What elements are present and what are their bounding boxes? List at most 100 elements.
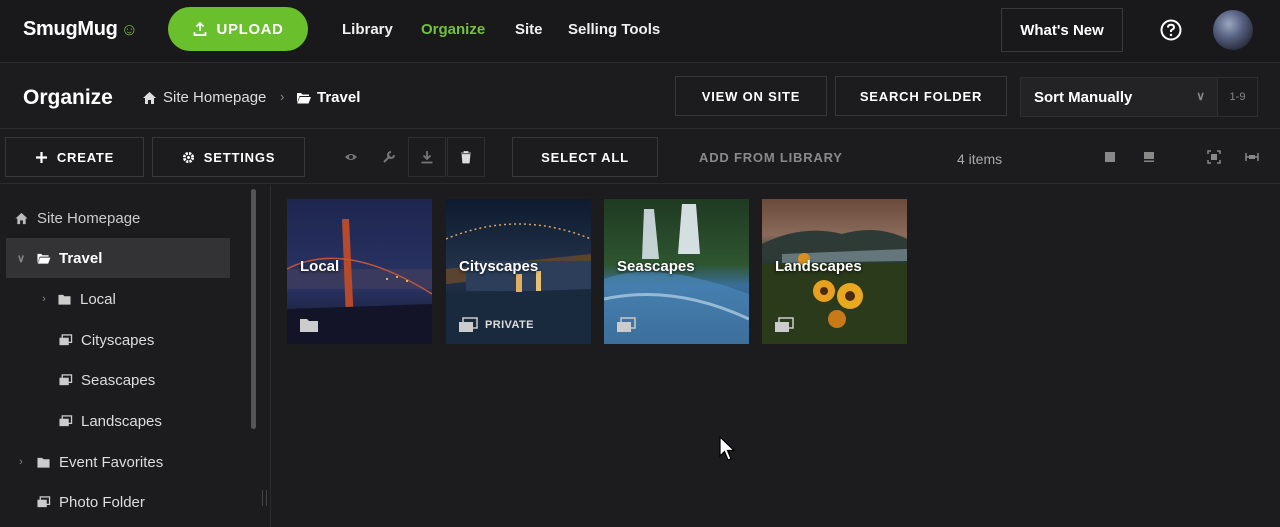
sidebar-item-travel[interactable]: ∨ Travel <box>6 238 230 278</box>
tile-cityscapes[interactable]: Cityscapes PRIVATE <box>446 199 591 344</box>
sidebar-resize-handle[interactable] <box>262 490 267 506</box>
folder-open-icon <box>297 92 311 103</box>
settings-label: SETTINGS <box>203 149 276 165</box>
add-from-library-button[interactable]: ADD FROM LIBRARY <box>699 150 843 165</box>
upload-icon <box>193 22 206 36</box>
user-avatar[interactable] <box>1213 10 1253 50</box>
sidebar-item-event-favorites[interactable]: › Event Favorites <box>14 442 163 482</box>
gallery-icon <box>775 317 794 332</box>
thumbnail-list-icon <box>1144 152 1154 162</box>
gallery-icon <box>59 373 73 385</box>
search-folder-button[interactable]: SEARCH FOLDER <box>835 76 1007 116</box>
gallery-icon <box>59 414 73 426</box>
gallery-icon <box>59 333 73 345</box>
top-nav-bar: SmugMug ☺ UPLOAD Library Organize Site Se… <box>0 0 1280 63</box>
sidebar-item-local[interactable]: › Local <box>37 279 116 319</box>
sidebar-item-label: Cityscapes <box>81 331 155 349</box>
folder-tree-sidebar: Site Homepage ∨ Travel › Local Cityscape… <box>0 185 271 527</box>
nav-organize[interactable]: Organize <box>421 21 485 38</box>
large-thumbnail-view-button[interactable] <box>1091 137 1129 177</box>
nav-site[interactable]: Site <box>515 21 543 38</box>
brand-name: SmugMug <box>23 18 118 40</box>
square-icon <box>1105 152 1115 162</box>
item-range: 1-9 <box>1218 77 1258 117</box>
delete-button[interactable] <box>447 137 485 177</box>
sidebar-item-photo-folder[interactable]: Photo Folder <box>36 482 145 522</box>
tile-seascapes[interactable]: Seascapes <box>604 199 749 344</box>
home-icon <box>15 212 28 224</box>
download-icon <box>421 151 433 164</box>
gear-icon <box>182 151 194 163</box>
home-icon <box>143 91 156 104</box>
organize-header: Organize Site Homepage › Travel VIEW ON … <box>0 64 1280 129</box>
nav-selling-tools[interactable]: Selling Tools <box>568 21 660 38</box>
download-button[interactable] <box>408 137 446 177</box>
create-button[interactable]: CREATE <box>5 137 144 177</box>
breadcrumb-label: Site Homepage <box>163 89 267 106</box>
visibility-button[interactable] <box>332 137 370 177</box>
upload-button[interactable]: UPLOAD <box>168 7 308 51</box>
sidebar-item-label: Local <box>80 290 116 308</box>
tile-footer <box>774 317 794 333</box>
breadcrumb-separator-icon: › <box>280 89 285 104</box>
plus-icon <box>35 151 47 163</box>
folder-icon <box>58 294 71 305</box>
fit-view-button[interactable] <box>1195 137 1233 177</box>
nav-library[interactable]: Library <box>342 21 393 38</box>
tile-landscapes[interactable]: Landscapes <box>762 199 907 344</box>
tile-label: Seascapes <box>617 258 695 275</box>
sidebar-item-seascapes[interactable]: Seascapes <box>58 360 155 400</box>
sort-value: Sort Manually <box>1034 88 1133 106</box>
folder-open-icon <box>37 253 51 264</box>
folder-icon <box>37 457 50 468</box>
chevron-down-icon[interactable]: ∨ <box>12 252 30 265</box>
sidebar-item-label: Travel <box>59 249 103 267</box>
item-count: 4 items <box>957 151 1003 167</box>
tile-footer: PRIVATE <box>458 317 534 333</box>
fit-icon <box>1207 150 1221 164</box>
sidebar-item-label: Landscapes <box>81 412 162 430</box>
sort-select[interactable]: Sort Manually ∨ <box>1020 77 1218 117</box>
tile-label: Local <box>300 258 340 275</box>
create-label: CREATE <box>56 149 115 165</box>
help-icon[interactable] <box>1160 19 1182 41</box>
sidebar-item-label: Event Favorites <box>59 453 164 471</box>
tile-footer <box>616 317 636 333</box>
list-view-button[interactable] <box>1130 137 1168 177</box>
chevron-down-icon: ∨ <box>1196 89 1205 103</box>
settings-button[interactable]: SETTINGS <box>152 137 305 177</box>
sidebar-item-cityscapes[interactable]: Cityscapes <box>58 320 154 360</box>
expand-icon <box>1245 153 1259 161</box>
page-title: Organize <box>23 86 113 109</box>
breadcrumb-travel[interactable]: Travel <box>296 89 360 106</box>
chevron-right-icon[interactable]: › <box>14 456 28 468</box>
tile-local[interactable]: Local <box>287 199 432 344</box>
gallery-icon <box>37 495 51 507</box>
breadcrumb-label: Travel <box>317 89 361 106</box>
whats-new-button[interactable]: What's New <box>1001 8 1123 52</box>
breadcrumb-site-homepage[interactable]: Site Homepage <box>142 89 266 106</box>
eye-icon <box>345 154 357 160</box>
tools-button[interactable] <box>370 137 408 177</box>
sidebar-item-label: Site Homepage <box>37 209 141 227</box>
gallery-icon <box>617 317 636 332</box>
smugmug-logo[interactable]: SmugMug ☺ <box>23 18 138 41</box>
gallery-icon <box>459 317 478 332</box>
trash-icon <box>461 151 471 164</box>
sidebar-scrollbar[interactable] <box>251 189 256 429</box>
wrench-icon <box>383 151 395 163</box>
upload-label: UPLOAD <box>216 20 284 38</box>
tile-label: Landscapes <box>775 258 862 275</box>
chevron-right-icon[interactable]: › <box>37 293 51 305</box>
smile-logo-icon: ☺ <box>120 20 138 39</box>
sidebar-item-site-homepage[interactable]: Site Homepage <box>14 198 140 238</box>
view-on-site-button[interactable]: VIEW ON SITE <box>675 76 827 116</box>
expand-view-button[interactable] <box>1233 137 1271 177</box>
sidebar-item-label: Photo Folder <box>59 493 145 511</box>
folder-icon <box>300 319 318 332</box>
organize-toolbar: CREATE SETTINGS SELECT ALL ADD FROM LIBR… <box>0 130 1280 184</box>
tile-label: Cityscapes <box>459 258 539 275</box>
select-all-button[interactable]: SELECT ALL <box>512 137 658 177</box>
sidebar-item-landscapes[interactable]: Landscapes <box>58 401 162 441</box>
tile-footer <box>299 317 319 333</box>
